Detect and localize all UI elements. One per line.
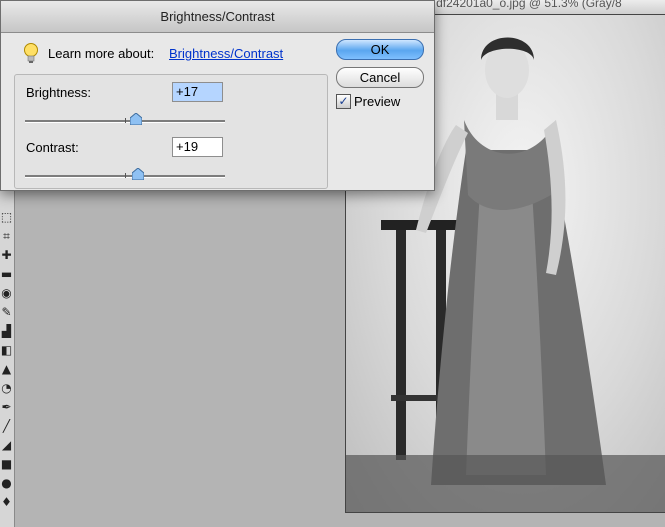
contrast-slider-thumb[interactable] [131,168,144,180]
healing-brush-icon[interactable]: ✚ [0,248,13,262]
adjustments-group: Brightness: +17 Contrast: +19 [14,74,328,189]
history-brush-icon[interactable]: ✎ [0,305,13,319]
contrast-input[interactable]: +19 [172,137,223,157]
learn-more-link[interactable]: Brightness/Contrast [169,46,283,61]
brush-icon[interactable]: ▬ [0,267,13,281]
cancel-button[interactable]: Cancel [336,67,424,88]
preview-label: Preview [354,94,401,109]
blur-icon[interactable]: ▲ [0,362,13,376]
gradient-swatch-icon[interactable]: ■ [0,457,13,471]
learn-more-label: Learn more about: [48,46,155,61]
crop-icon[interactable]: ⌗ [0,229,13,243]
brightness-input[interactable]: +17 [172,82,223,102]
clone-stamp-icon[interactable]: ◉ [0,286,13,300]
contrast-label: Contrast: [26,140,79,155]
ok-button[interactable]: OK [336,39,424,60]
bucket-icon[interactable]: ◢ [0,438,13,452]
marquee-icon[interactable]: ⬚ [0,210,13,224]
lightbulb-icon [24,43,38,63]
brightness-label: Brightness: [26,85,92,100]
drop-icon[interactable]: ♦ [0,495,13,509]
tools-palette: ⬚ ⌗ ✚ ▬ ◉ ✎ ▟ ◧ ▲ ◔ ✒ ╱ ◢ ■ ● ♦ [0,190,15,527]
preview-checkbox[interactable]: ✓ [336,94,351,109]
dialog-title: Brightness/Contrast [1,1,434,33]
brightness-contrast-dialog: Brightness/Contrast Learn more about: Br… [0,0,435,191]
brightness-slider-thumb[interactable] [130,113,143,125]
pen-icon[interactable]: ✒ [0,400,13,414]
smudge-icon[interactable]: ● [0,476,13,490]
gradient-icon[interactable]: ◧ [0,343,13,357]
brightness-slider[interactable] [25,113,225,125]
eraser-icon[interactable]: ▟ [0,324,13,338]
eyedropper-icon[interactable]: ╱ [0,419,13,433]
dodge-icon[interactable]: ◔ [0,381,13,395]
contrast-slider[interactable] [25,168,225,180]
